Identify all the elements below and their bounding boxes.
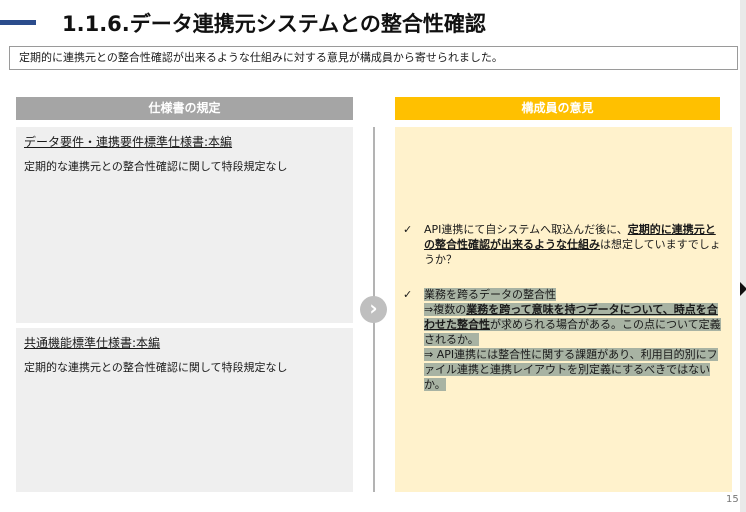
opinion-text-part: API連携にて自システムへ取込んだ後に、 — [424, 223, 628, 236]
opinion-item-api-check: ✓ API連携にて自システムへ取込んだ後に、定期的に連携元との整合性確認が出来る… — [403, 222, 725, 267]
slide: 1.1.6.データ連携元システムとの整合性確認 定期的に連携元との整合性確認が出… — [0, 0, 740, 512]
opinion-heading: 業務を跨るデータの整合性 — [424, 288, 556, 301]
spec-section-data-requirements: データ要件・連携要件標準仕様書:本編 定期的な連携元との整合性確認に関して特段規… — [16, 127, 353, 323]
spec-column-header: 仕様書の規定 — [16, 97, 353, 120]
summary-box: 定期的に連携元との整合性確認が出来るような仕組みに対する意見が構成員から寄せられ… — [9, 46, 738, 70]
spec-section-body: 定期的な連携元との整合性確認に関して特段規定なし — [24, 160, 288, 173]
mouse-cursor-icon — [740, 282, 746, 296]
slide-title: 1.1.6.データ連携元システムとの整合性確認 — [62, 12, 486, 36]
title-accent-bar — [0, 20, 36, 25]
opinion-item-cross-business: ✓ 業務を跨るデータの整合性 ⇒複数の業務を跨って意味を持つデータについて、時点… — [403, 287, 725, 392]
spec-section-common-functions: 共通機能標準仕様書:本編 定期的な連携元との整合性確認に関して特段規定なし — [16, 328, 353, 492]
window-edge — [740, 0, 746, 512]
spec-section-title: 共通機能標準仕様書:本編 — [24, 336, 161, 350]
page-number: 15 — [726, 494, 739, 505]
spec-section-body: 定期的な連携元との整合性確認に関して特段規定なし — [24, 361, 288, 374]
opinion-box: ✓ API連携にて自システムへ取込んだ後に、定期的に連携元との整合性確認が出来る… — [395, 127, 732, 492]
opinion-text-part: ⇒ API連携には整合性に関する課題があり、利用目的別にファイル連携と連携レイア… — [424, 348, 718, 391]
opinion-text-part: ⇒複数の — [424, 303, 467, 316]
opinion-text: API連携にて自システムへ取込んだ後に、定期的に連携元との整合性確認が出来るよう… — [424, 222, 725, 267]
opinion-text: 業務を跨るデータの整合性 ⇒複数の業務を跨って意味を持つデータについて、時点を合… — [424, 287, 725, 392]
check-icon: ✓ — [403, 288, 413, 301]
chevron-right-circle-icon: › — [360, 296, 387, 323]
check-icon: ✓ — [403, 223, 413, 236]
opinion-column-header: 構成員の意見 — [395, 97, 720, 120]
spec-section-title: データ要件・連携要件標準仕様書:本編 — [24, 135, 233, 149]
